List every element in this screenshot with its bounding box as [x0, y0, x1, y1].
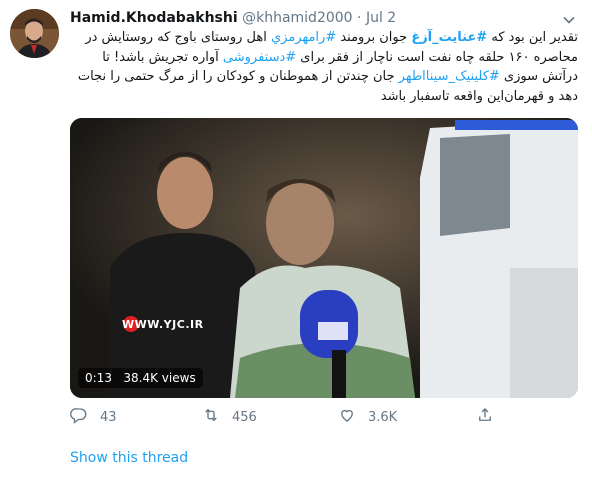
- like-icon: [338, 406, 368, 428]
- share-button[interactable]: [476, 406, 506, 428]
- separator: ·: [357, 10, 362, 26]
- hashtag-link[interactable]: #رامهرمزي: [271, 30, 336, 45]
- chevron-down-icon[interactable]: [562, 12, 576, 26]
- hashtag-link[interactable]: #عنایت_آزغ: [411, 30, 487, 45]
- avatar[interactable]: [10, 9, 59, 58]
- tweet[interactable]: Hamid.Khodabakhshi @khhamid2000 · Jul 2 …: [0, 0, 592, 479]
- show-thread-link[interactable]: Show this thread: [70, 450, 188, 466]
- video-time: 0:13: [85, 371, 112, 385]
- tweet-date[interactable]: Jul 2: [366, 10, 396, 26]
- share-icon: [476, 406, 506, 428]
- tweet-actions: 43 456 3.6K: [70, 406, 500, 428]
- reply-count: 43: [100, 409, 117, 425]
- video-watermark: WWW.YJC.IR: [122, 318, 204, 331]
- video-player[interactable]: WWW.YJC.IR 0:13 38.4K views: [70, 118, 578, 398]
- retweet-count: 456: [232, 409, 257, 425]
- reply-button[interactable]: 43: [70, 406, 117, 428]
- like-count: 3.6K: [368, 409, 398, 425]
- user-handle[interactable]: @khhamid2000: [242, 10, 352, 26]
- hashtag-link[interactable]: #کلینیک_سینااطهر: [399, 69, 500, 84]
- hashtag-link[interactable]: #دستفروشی: [223, 50, 296, 65]
- retweet-button[interactable]: 456: [202, 406, 257, 428]
- reply-icon: [70, 406, 100, 428]
- video-views: 38.4K views: [123, 371, 196, 385]
- retweet-icon: [202, 406, 232, 428]
- tweet-header: Hamid.Khodabakhshi @khhamid2000 · Jul 2: [70, 10, 396, 28]
- display-name[interactable]: Hamid.Khodabakhshi: [70, 10, 238, 26]
- video-frame: [70, 118, 578, 398]
- video-info-overlay: 0:13 38.4K views: [78, 368, 203, 388]
- tweet-text: تقدیر این بود که #عنایت_آزغ جوان برومند …: [70, 28, 578, 106]
- tweet-text-segment: جوان برومند: [336, 30, 412, 45]
- tweet-text-segment: تقدیر این بود که: [487, 30, 578, 45]
- like-button[interactable]: 3.6K: [338, 406, 397, 428]
